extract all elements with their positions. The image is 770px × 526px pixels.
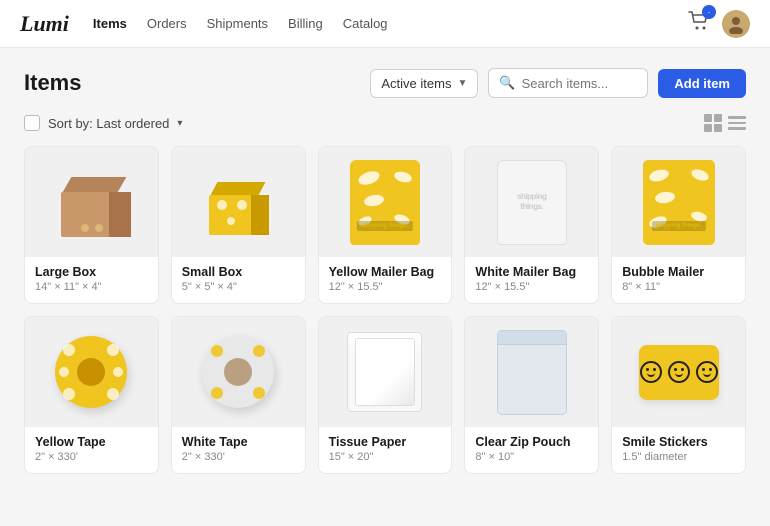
item-dims: 1.5" diameter xyxy=(622,451,735,463)
zip-pouch-illustration xyxy=(497,330,567,415)
tissue-illustration xyxy=(347,332,422,412)
item-dims: 2" × 330' xyxy=(182,451,295,463)
search-box: 🔍 xyxy=(488,68,648,98)
item-info-yellow-tape: Yellow Tape 2" × 330' xyxy=(25,427,158,473)
item-image-yellow-tape xyxy=(25,317,158,427)
item-info-small-box: Small Box 5" × 5" × 4" xyxy=(172,257,305,303)
nav-links: Items Orders Shipments Billing Catalog xyxy=(93,16,688,31)
item-name: Smile Stickers xyxy=(622,435,735,449)
item-info-stickers: Smile Stickers 1.5" diameter xyxy=(612,427,745,473)
item-card-large-box[interactable]: Large Box 14" × 11" × 4" xyxy=(24,146,159,304)
filter-dropdown[interactable]: Active items ▼ xyxy=(370,69,478,98)
item-name: Yellow Tape xyxy=(35,435,148,449)
nav-catalog[interactable]: Catalog xyxy=(343,16,388,31)
stickers-illustration xyxy=(639,345,719,400)
item-dims: 14" × 11" × 4" xyxy=(35,281,148,293)
white-tape-illustration xyxy=(198,337,278,407)
item-info-white-mailer: White Mailer Bag 12" × 15.5" xyxy=(465,257,598,303)
item-info-yellow-mailer: Yellow Mailer Bag 12" × 15.5" xyxy=(319,257,452,303)
yellow-tape-illustration xyxy=(51,337,131,407)
item-name: Large Box xyxy=(35,265,148,279)
item-image-yellow-mailer: shipping things. xyxy=(319,147,452,257)
filter-label: Active items xyxy=(381,76,451,91)
item-card-white-mailer[interactable]: shippingthings. White Mailer Bag 12" × 1… xyxy=(464,146,599,304)
white-mailer-illustration: shippingthings. xyxy=(497,160,567,245)
item-info-large-box: Large Box 14" × 11" × 4" xyxy=(25,257,158,303)
item-card-yellow-mailer[interactable]: shipping things. Yellow Mailer Bag 12" ×… xyxy=(318,146,453,304)
item-name: Bubble Mailer xyxy=(622,265,735,279)
item-dims: 5" × 5" × 4" xyxy=(182,281,295,293)
item-image-tissue xyxy=(319,317,452,427)
bubble-mailer-illustration: shipping things. xyxy=(643,160,715,245)
item-card-zip-pouch[interactable]: Clear Zip Pouch 8" × 10" xyxy=(464,316,599,474)
main-content: Items Active items ▼ 🔍 Add item Sort by:… xyxy=(0,48,770,494)
item-card-stickers[interactable]: Smile Stickers 1.5" diameter xyxy=(611,316,746,474)
item-dims: 12" × 15.5" xyxy=(475,281,588,293)
item-card-bubble-mailer[interactable]: shipping things. Bubble Mailer 8" × 11" xyxy=(611,146,746,304)
app-logo[interactable]: Lumi xyxy=(20,11,69,37)
item-image-white-mailer: shippingthings. xyxy=(465,147,598,257)
item-info-tissue: Tissue Paper 15" × 20" xyxy=(319,427,452,473)
avatar[interactable] xyxy=(722,10,750,38)
item-info-zip-pouch: Clear Zip Pouch 8" × 10" xyxy=(465,427,598,473)
item-dims: 12" × 15.5" xyxy=(329,281,442,293)
item-image-small-box xyxy=(172,147,305,257)
item-dims: 8" × 10" xyxy=(475,451,588,463)
item-image-stickers xyxy=(612,317,745,427)
nav-shipments[interactable]: Shipments xyxy=(207,16,268,31)
sort-arrow-icon: ▾ xyxy=(177,118,182,129)
item-info-white-tape: White Tape 2" × 330' xyxy=(172,427,305,473)
sticker-face-2 xyxy=(668,361,690,383)
item-name: Clear Zip Pouch xyxy=(475,435,588,449)
large-box-illustration xyxy=(51,167,131,237)
page-header: Items Active items ▼ 🔍 Add item xyxy=(24,68,746,98)
item-dims: 15" × 20" xyxy=(329,451,442,463)
items-grid: Large Box 14" × 11" × 4" Small Box xyxy=(24,146,746,474)
sort-bar: Sort by: Last ordered ▾ xyxy=(24,114,746,132)
page-title: Items xyxy=(24,70,81,96)
grid-view-button[interactable] xyxy=(704,114,722,132)
select-all-checkbox[interactable] xyxy=(24,115,40,131)
list-view-button[interactable] xyxy=(728,116,746,130)
navbar-actions: · xyxy=(688,10,750,38)
sticker-face-3 xyxy=(696,361,718,383)
item-name: Tissue Paper xyxy=(329,435,442,449)
search-input[interactable] xyxy=(522,76,638,91)
yellow-mailer-illustration: shipping things. xyxy=(350,160,420,245)
item-card-tissue[interactable]: Tissue Paper 15" × 20" xyxy=(318,316,453,474)
item-image-bubble-mailer: shipping things. xyxy=(612,147,745,257)
nav-billing[interactable]: Billing xyxy=(288,16,323,31)
item-dims: 8" × 11" xyxy=(622,281,735,293)
item-card-yellow-tape[interactable]: Yellow Tape 2" × 330' xyxy=(24,316,159,474)
view-toggle xyxy=(704,114,746,132)
item-info-bubble-mailer: Bubble Mailer 8" × 11" xyxy=(612,257,745,303)
item-image-zip-pouch xyxy=(465,317,598,427)
cart-button[interactable]: · xyxy=(688,11,710,36)
item-name: White Mailer Bag xyxy=(475,265,588,279)
item-image-large-box xyxy=(25,147,158,257)
item-name: White Tape xyxy=(182,435,295,449)
sort-bar-left: Sort by: Last ordered ▾ xyxy=(24,115,182,131)
white-mailer-text: shippingthings. xyxy=(517,192,546,213)
nav-orders[interactable]: Orders xyxy=(147,16,187,31)
chevron-down-icon: ▼ xyxy=(457,78,467,89)
header-controls: Active items ▼ 🔍 Add item xyxy=(370,68,746,98)
item-card-small-box[interactable]: Small Box 5" × 5" × 4" xyxy=(171,146,306,304)
item-dims: 2" × 330' xyxy=(35,451,148,463)
cart-badge: · xyxy=(702,5,716,19)
add-item-button[interactable]: Add item xyxy=(658,69,746,98)
sticker-face-1 xyxy=(640,361,662,383)
avatar-icon xyxy=(726,14,746,34)
sort-label[interactable]: Sort by: Last ordered xyxy=(48,116,169,131)
nav-items[interactable]: Items xyxy=(93,16,127,31)
navbar: Lumi Items Orders Shipments Billing Cata… xyxy=(0,0,770,48)
search-icon: 🔍 xyxy=(499,75,515,91)
item-name: Small Box xyxy=(182,265,295,279)
small-box-illustration xyxy=(201,170,276,235)
item-card-white-tape[interactable]: White Tape 2" × 330' xyxy=(171,316,306,474)
item-name: Yellow Mailer Bag xyxy=(329,265,442,279)
item-image-white-tape xyxy=(172,317,305,427)
